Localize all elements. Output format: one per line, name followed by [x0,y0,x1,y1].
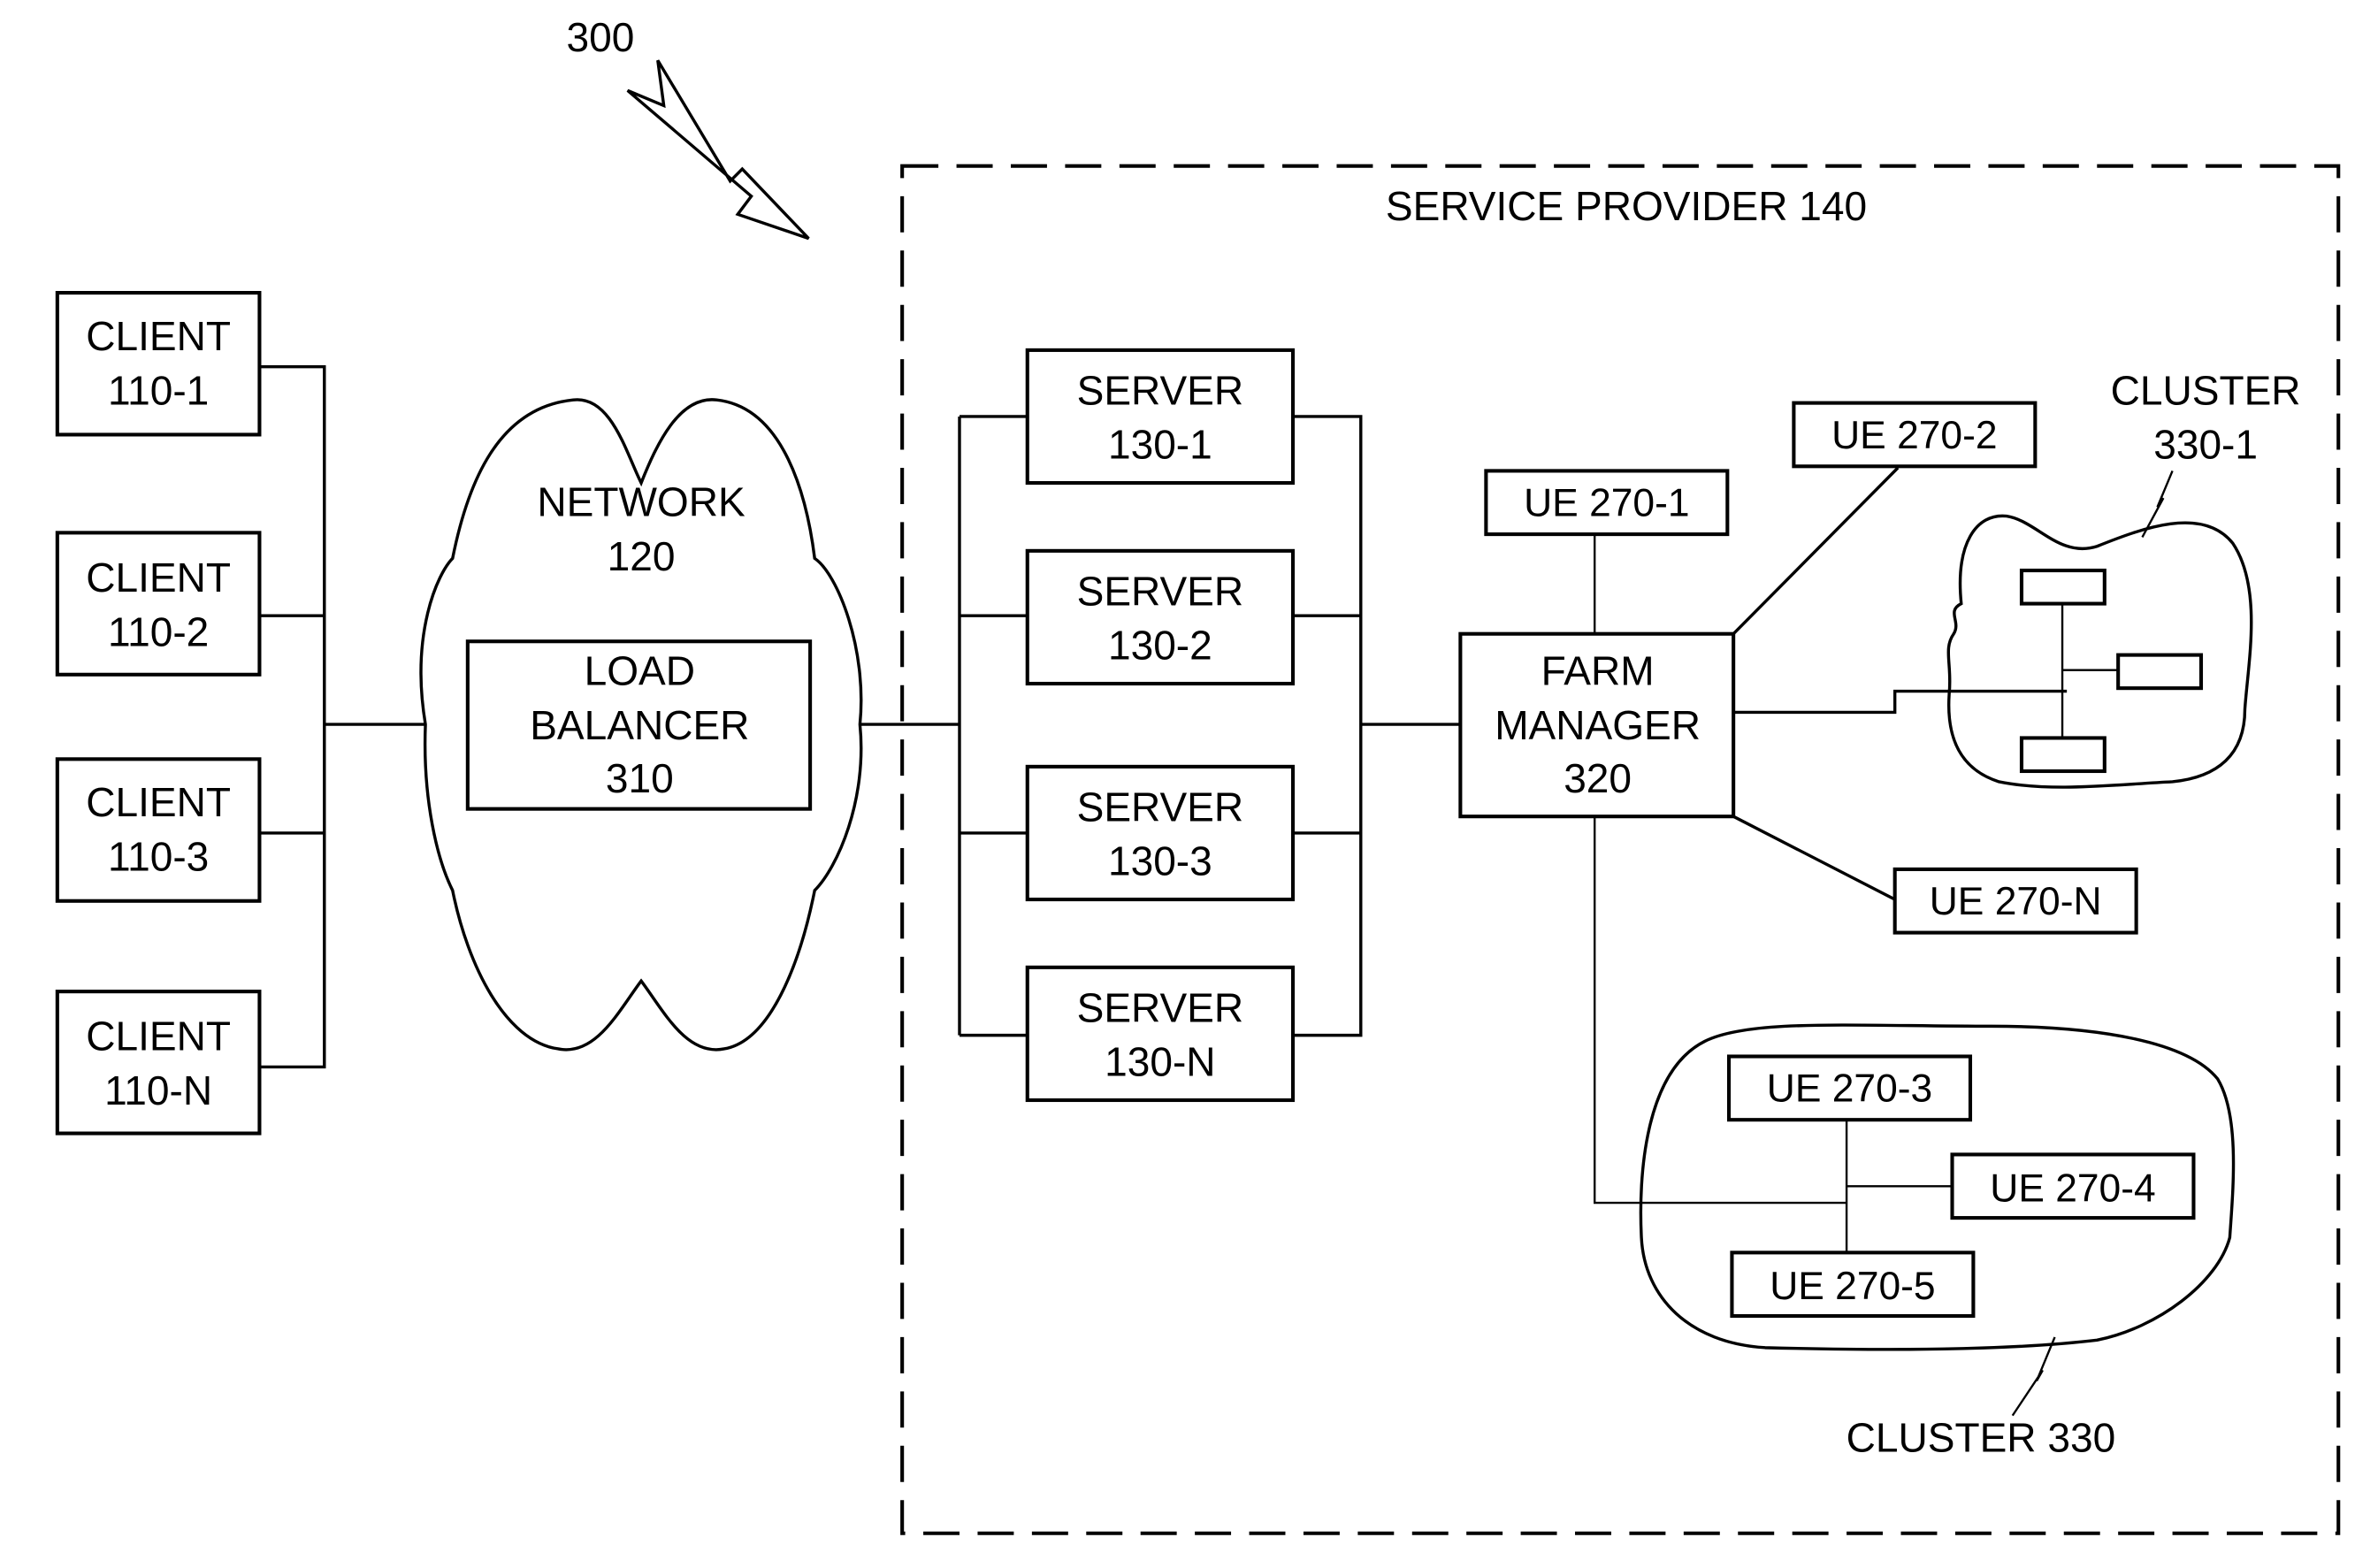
ue-label: UE 270-2 [1831,414,1997,457]
server-box[interactable]: SERVER 130-N [1025,965,1296,1103]
client-label: CLIENT [86,555,231,600]
cluster-1-node[interactable] [2019,736,2107,774]
server-label: SERVER [1077,367,1244,413]
ue-box[interactable]: UE 270-5 [1730,1251,1976,1319]
server-label: SERVER [1077,568,1244,614]
cluster-1-node[interactable] [2116,653,2204,691]
farm-manager-cluster1-connector [1733,689,2068,715]
ue-label: UE 270-5 [1770,1265,1935,1308]
client-box[interactable]: CLIENT 110-3 [55,757,262,903]
farm-manager-ue2-connector [1732,466,1900,635]
server-box[interactable]: SERVER 130-3 [1025,764,1296,902]
load-balancer-box[interactable]: LOAD BALANCER 310 [465,639,813,811]
farm-manager-box[interactable]: FARM MANAGER 320 [1458,631,1736,819]
ue-box[interactable]: UE 270-N [1892,867,2138,935]
ue-box[interactable]: UE 270-4 [1950,1152,2196,1220]
ue-label: UE 270-1 [1524,482,1689,525]
cluster-bus [1845,1120,1953,1253]
system-diagram: 300 SERVICE PROVIDER 140 CLIENT 110-1 CL… [55,14,2341,1535]
cluster-1-id: 330-1 [2153,422,2258,468]
load-balancer-label: LOAD [585,648,695,694]
client-label: CLIENT [86,1013,231,1059]
ue-box[interactable]: UE 270-2 [1792,401,2038,469]
farm-manager-cluster-connector [1594,816,1847,1205]
load-balancer-label: BALANCER [530,702,749,748]
client-bus-connector [259,364,426,1069]
network-id: 120 [608,533,676,579]
cluster-leader [2011,1336,2056,1417]
server-box[interactable]: SERVER 130-2 [1025,548,1296,686]
client-box[interactable]: CLIENT 110-N [55,990,262,1136]
client-id: 110-N [104,1067,212,1113]
farm-manager-id: 320 [1564,755,1632,801]
network-server-connector [860,415,1461,1037]
client-id: 110-1 [108,367,209,413]
network-label: NETWORK [537,479,745,525]
load-balancer-id: 310 [606,755,674,801]
figure-ref-arrow [626,59,810,241]
client-box[interactable]: CLIENT 110-1 [55,291,262,437]
cluster-1-label: CLUSTER [2111,367,2301,413]
ue-label: UE 270-4 [1990,1166,2155,1210]
client-id: 110-3 [108,834,209,880]
ue-label: UE 270-3 [1767,1067,1932,1111]
figure-ref-label: 300 [567,14,635,60]
cluster-1-node[interactable] [2019,568,2107,606]
cluster-1-bus [2061,603,2119,738]
server-label: SERVER [1077,784,1244,830]
server-id: 130-2 [1108,623,1212,669]
ue-box[interactable]: UE 270-3 [1726,1054,1973,1122]
server-box[interactable]: SERVER 130-1 [1025,348,1296,486]
ue-box[interactable]: UE 270-1 [1484,469,1730,537]
server-id: 130-1 [1108,422,1212,468]
client-box[interactable]: CLIENT 110-2 [55,531,262,677]
farm-manager-label: FARM [1541,648,1655,694]
farm-manager-label: MANAGER [1495,702,1701,748]
server-id: 130-3 [1108,838,1212,884]
server-label: SERVER [1077,984,1244,1030]
client-label: CLIENT [86,313,231,359]
ue-label: UE 270-N [1930,880,2102,923]
service-provider-label: SERVICE PROVIDER 140 [1386,183,1867,229]
cluster-label: CLUSTER 330 [1847,1415,2116,1461]
client-id: 110-2 [108,608,209,654]
farm-manager-ueN-connector [1732,815,1896,901]
server-id: 130-N [1105,1039,1215,1085]
client-label: CLIENT [86,779,231,825]
